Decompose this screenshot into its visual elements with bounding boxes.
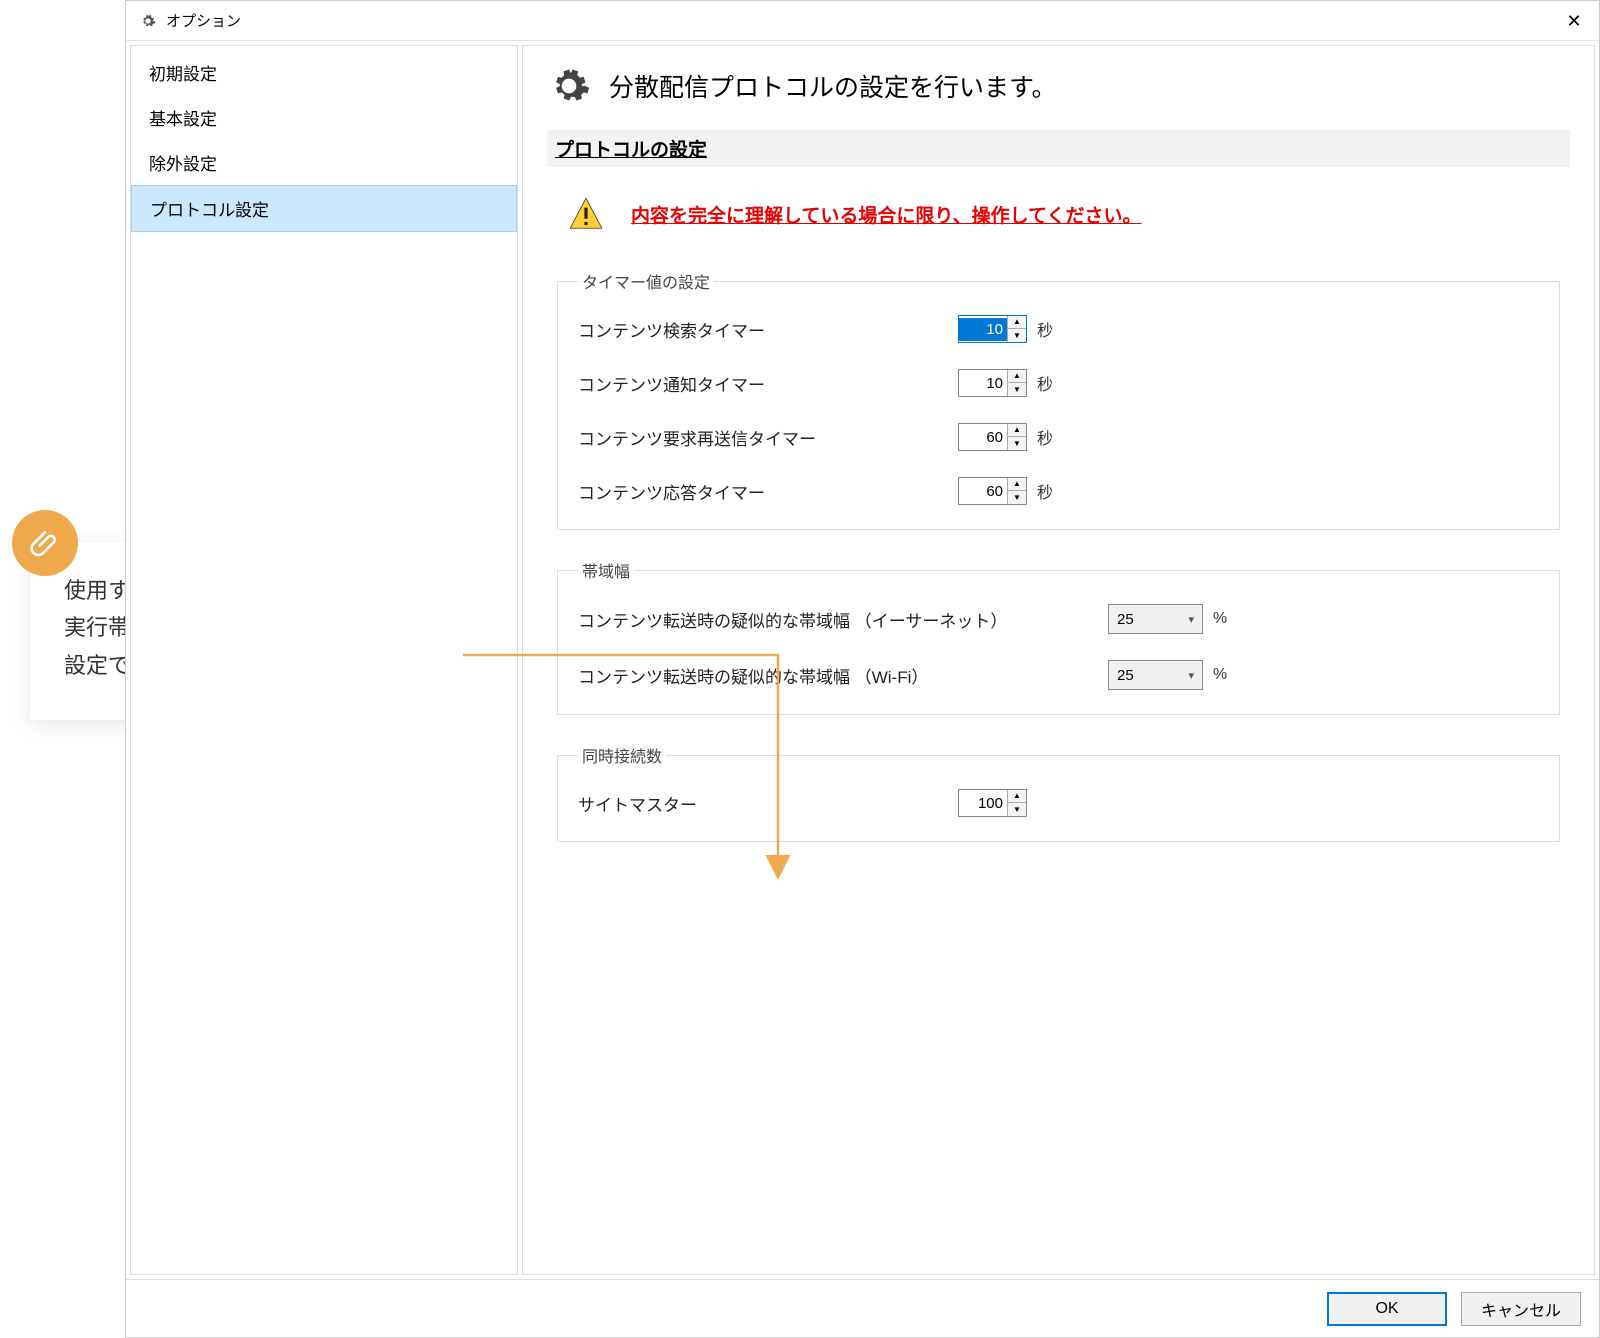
spin-buttons: ▲ ▼ <box>1007 790 1026 816</box>
connections-fieldset: 同時接続数 サイトマスター ▲ ▼ <box>557 743 1560 842</box>
options-window: オプション ✕ 初期設定 基本設定 除外設定 プロトコル設定 <box>125 0 1600 1338</box>
bandwidth-ethernet-select[interactable]: 25 ▾ <box>1108 604 1203 634</box>
unit-label: 秒 <box>1037 425 1053 449</box>
unit-label: 秒 <box>1037 479 1053 503</box>
unit-label: 秒 <box>1037 317 1053 341</box>
content-search-timer-spinner[interactable]: ▲ ▼ <box>958 315 1027 343</box>
sidebar-item-exclude[interactable]: 除外設定 <box>131 140 517 185</box>
paperclip-icon <box>29 527 61 559</box>
content-response-timer-input[interactable] <box>959 480 1007 503</box>
chevron-down-icon: ▾ <box>1188 669 1194 682</box>
timer-row-response: コンテンツ応答タイマー ▲ ▼ 秒 <box>578 477 1539 505</box>
field-label: コンテンツ検索タイマー <box>578 317 958 342</box>
bandwidth-row-ethernet: コンテンツ転送時の疑似的な帯域幅 （イーサーネット） 25 ▾ % <box>578 604 1539 634</box>
unit-label: % <box>1213 666 1227 684</box>
timer-row-resend: コンテンツ要求再送信タイマー ▲ ▼ 秒 <box>578 423 1539 451</box>
timer-row-notify: コンテンツ通知タイマー ▲ ▼ 秒 <box>578 369 1539 397</box>
fieldset-legend: タイマー値の設定 <box>578 269 714 293</box>
select-value: 25 <box>1117 667 1134 684</box>
spin-down[interactable]: ▼ <box>1008 329 1026 342</box>
sidebar-item-label: 初期設定 <box>149 65 217 84</box>
select-value: 25 <box>1117 611 1134 628</box>
field-label: コンテンツ要求再送信タイマー <box>578 425 958 450</box>
warning-row: 内容を完全に理解している場合に限り、操作してください。 <box>567 195 1570 233</box>
cancel-button[interactable]: キャンセル <box>1461 1292 1581 1326</box>
page-title: 分散配信プロトコルの設定を行います。 <box>609 68 1057 104</box>
spin-buttons: ▲ ▼ <box>1007 424 1026 450</box>
bandwidth-row-wifi: コンテンツ転送時の疑似的な帯域幅 （Wi-Fi） 25 ▾ % <box>578 660 1539 690</box>
spin-up[interactable]: ▲ <box>1008 478 1026 491</box>
warning-icon <box>567 195 605 233</box>
sidebar-item-label: 除外設定 <box>149 155 217 174</box>
fieldset-legend: 帯域幅 <box>578 558 634 582</box>
spin-up[interactable]: ▲ <box>1008 370 1026 383</box>
unit-label: 秒 <box>1037 371 1053 395</box>
sidebar-item-protocol[interactable]: プロトコル設定 <box>131 185 517 232</box>
spin-buttons: ▲ ▼ <box>1007 370 1026 396</box>
window-title: オプション <box>166 10 241 31</box>
gear-icon <box>140 13 156 29</box>
warning-text: 内容を完全に理解している場合に限り、操作してください。 <box>631 201 1142 228</box>
content-resend-timer-spinner[interactable]: ▲ ▼ <box>958 423 1027 451</box>
close-icon: ✕ <box>1566 11 1581 32</box>
callout-badge <box>12 510 78 576</box>
spin-buttons: ▲ ▼ <box>1007 478 1026 504</box>
bandwidth-fieldset: 帯域幅 コンテンツ転送時の疑似的な帯域幅 （イーサーネット） 25 ▾ % コン… <box>557 558 1560 715</box>
content-response-timer-spinner[interactable]: ▲ ▼ <box>958 477 1027 505</box>
unit-label: % <box>1213 610 1227 628</box>
content-resend-timer-input[interactable] <box>959 426 1007 449</box>
sidebar-item-label: 基本設定 <box>149 110 217 129</box>
gear-icon <box>547 64 591 108</box>
chevron-down-icon: ▾ <box>1188 613 1194 626</box>
field-label: サイトマスター <box>578 791 958 816</box>
sidebar-item-initial[interactable]: 初期設定 <box>131 50 517 95</box>
conn-row-sitemaster: サイトマスター ▲ ▼ <box>578 789 1539 817</box>
spin-up[interactable]: ▲ <box>1008 424 1026 437</box>
titlebar: オプション ✕ <box>126 1 1599 41</box>
content-notify-timer-input[interactable] <box>959 372 1007 395</box>
bandwidth-wifi-select[interactable]: 25 ▾ <box>1108 660 1203 690</box>
field-label: コンテンツ通知タイマー <box>578 371 958 396</box>
spin-up[interactable]: ▲ <box>1008 316 1026 329</box>
sitemaster-spinner[interactable]: ▲ ▼ <box>958 789 1027 817</box>
content-search-timer-input[interactable] <box>959 318 1007 341</box>
sidebar-item-basic[interactable]: 基本設定 <box>131 95 517 140</box>
spin-up[interactable]: ▲ <box>1008 790 1026 803</box>
sitemaster-input[interactable] <box>959 792 1007 815</box>
close-button[interactable]: ✕ <box>1549 1 1599 41</box>
field-label: コンテンツ応答タイマー <box>578 479 958 504</box>
spin-down[interactable]: ▼ <box>1008 383 1026 396</box>
spin-down[interactable]: ▼ <box>1008 437 1026 450</box>
section-header: プロトコルの設定 <box>547 130 1570 167</box>
content-notify-timer-spinner[interactable]: ▲ ▼ <box>958 369 1027 397</box>
field-label: コンテンツ転送時の疑似的な帯域幅 （Wi-Fi） <box>578 663 1108 688</box>
timer-fieldset: タイマー値の設定 コンテンツ検索タイマー ▲ ▼ 秒 コンテンツ通知タイマー <box>557 269 1560 530</box>
sidebar-item-label: プロトコル設定 <box>150 201 269 220</box>
footer: OK キャンセル <box>126 1279 1599 1337</box>
spin-buttons: ▲ ▼ <box>1007 316 1026 342</box>
main-header: 分散配信プロトコルの設定を行います。 <box>547 64 1570 108</box>
ok-button[interactable]: OK <box>1327 1292 1447 1326</box>
field-label: コンテンツ転送時の疑似的な帯域幅 （イーサーネット） <box>578 607 1108 632</box>
main-panel: 分散配信プロトコルの設定を行います。 プロトコルの設定 内容を完全に理解している… <box>522 45 1595 1275</box>
fieldset-legend: 同時接続数 <box>578 743 666 767</box>
spin-down[interactable]: ▼ <box>1008 803 1026 816</box>
sidebar: 初期設定 基本設定 除外設定 プロトコル設定 <box>130 45 518 1275</box>
timer-row-search: コンテンツ検索タイマー ▲ ▼ 秒 <box>578 315 1539 343</box>
spin-down[interactable]: ▼ <box>1008 491 1026 504</box>
